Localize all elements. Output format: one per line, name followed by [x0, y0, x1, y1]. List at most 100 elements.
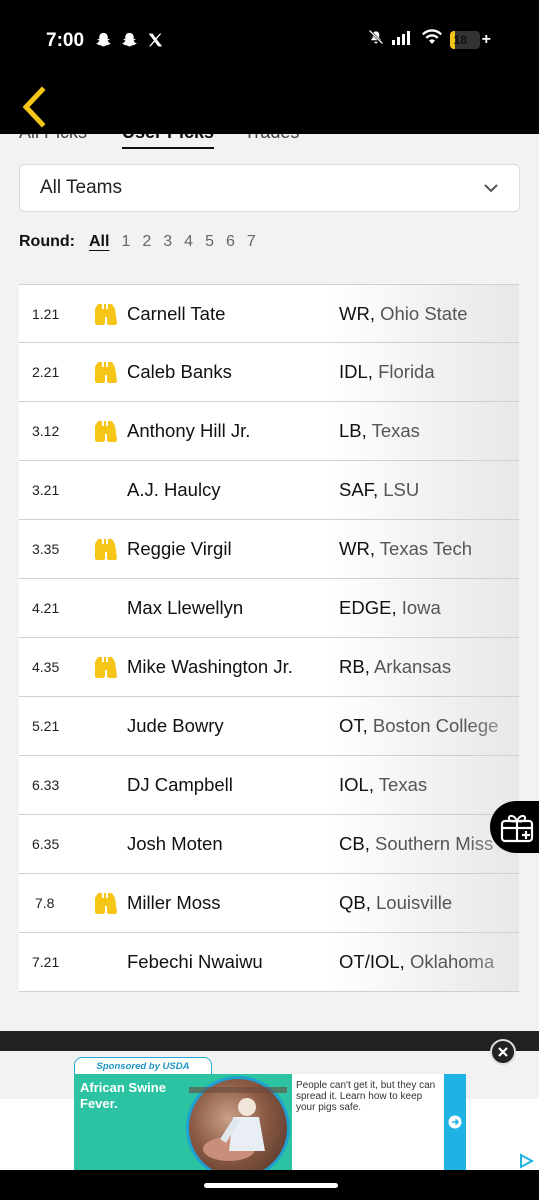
- gift-icon: [500, 814, 534, 843]
- pick-number: 7.8: [35, 895, 55, 911]
- player-position: OT/IOL: [339, 951, 400, 972]
- player-name: A.J. Haulcy: [127, 479, 221, 500]
- gift-button[interactable]: [490, 801, 539, 853]
- pick-row[interactable]: 7.8 Miller Moss QB, Louisville: [19, 874, 519, 933]
- player-school: Louisville: [376, 892, 453, 913]
- picks-list: 1.21 Carnell Tate WR, Ohio State 2.21 Caleb …: [19, 284, 519, 992]
- pick-row[interactable]: 2.21 Caleb Banks IDL, Florida: [19, 343, 519, 402]
- mute-icon: [368, 29, 384, 50]
- snapchat-icon: [120, 30, 138, 50]
- ad-close-button[interactable]: [490, 1039, 516, 1065]
- pick-row[interactable]: 4.21 Max Llewellyn EDGE, Iowa: [19, 579, 519, 638]
- ad-copy: People can't get it, but they can spread…: [292, 1074, 444, 1170]
- player-name: Febechi Nwaiwu: [127, 951, 263, 972]
- pick-tabs: All Picks User Picks Trades: [0, 134, 539, 154]
- position-school: WR, Texas Tech: [339, 538, 519, 560]
- separator: ,: [368, 774, 379, 795]
- round-option-all[interactable]: All: [89, 233, 109, 251]
- player-school: Texas: [371, 420, 420, 441]
- pick-number: 3.35: [32, 541, 60, 557]
- pick-row[interactable]: 5.21 Jude Bowry OT, Boston College: [19, 697, 519, 756]
- player-position: CB: [339, 833, 365, 854]
- close-icon: [498, 1047, 508, 1057]
- pick-number: 2.21: [32, 364, 60, 380]
- player-name: Miller Moss: [127, 892, 221, 913]
- player-position: WR: [339, 538, 370, 559]
- pick-number: 4.35: [32, 659, 60, 675]
- ad-headline: African Swine Fever.: [80, 1080, 166, 1111]
- pick-row[interactable]: 4.35 Mike Washington Jr. RB, Arkansas: [19, 638, 519, 697]
- separator: ,: [364, 833, 375, 854]
- pick-row[interactable]: 3.35 Reggie Virgil WR, Texas Tech: [19, 520, 519, 579]
- position-school: RB, Arkansas: [339, 656, 519, 678]
- ad-choices-button[interactable]: [516, 1152, 538, 1170]
- pick-number: 7.21: [32, 954, 60, 970]
- separator: ,: [369, 538, 380, 559]
- pick-row[interactable]: 7.21 Febechi Nwaiwu OT/IOL, Oklahoma: [19, 933, 519, 992]
- notification-icons: [94, 30, 164, 50]
- separator: ,: [364, 656, 374, 677]
- pick-number: 3.21: [32, 482, 60, 498]
- player-name: Reggie Virgil: [127, 538, 232, 559]
- pick-number: 6.35: [32, 836, 60, 852]
- player-name: Carnell Tate: [127, 303, 226, 324]
- player-name: Caleb Banks: [127, 361, 232, 382]
- round-option-2[interactable]: 2: [142, 233, 151, 251]
- round-option-6[interactable]: 6: [226, 233, 235, 251]
- player-position: SAF: [339, 479, 373, 500]
- pick-row[interactable]: 3.21 A.J. Haulcy SAF, LSU: [19, 461, 519, 520]
- separator: ,: [372, 479, 384, 500]
- binoculars-icon: [92, 303, 118, 325]
- tab-trades[interactable]: Trades: [244, 134, 299, 143]
- team-select[interactable]: All Teams: [19, 164, 520, 212]
- player-name: Josh Moten: [127, 833, 223, 854]
- position-school: OT/IOL, Oklahoma: [339, 951, 519, 973]
- pick-number: 4.21: [32, 600, 60, 616]
- pick-row[interactable]: 6.33 DJ Campbell IOL, Texas: [19, 756, 519, 815]
- ad-cta[interactable]: [444, 1074, 466, 1170]
- player-name: Anthony Hill Jr.: [127, 420, 251, 441]
- pick-row[interactable]: 3.12 Anthony Hill Jr. LB, Texas: [19, 402, 519, 461]
- pick-row[interactable]: 1.21 Carnell Tate WR, Ohio State: [19, 284, 519, 343]
- player-name: Jude Bowry: [127, 715, 224, 736]
- team-select-value: All Teams: [40, 177, 123, 198]
- player-school: Arkansas: [373, 656, 452, 677]
- pick-row[interactable]: 6.35 Josh Moten CB, Southern Miss: [19, 815, 519, 874]
- binoculars-icon: [92, 420, 118, 442]
- status-time: 7:00: [46, 30, 85, 51]
- round-option-1[interactable]: 1: [121, 233, 130, 251]
- separator: ,: [369, 303, 381, 324]
- pick-number: 1.21: [32, 306, 60, 322]
- back-button[interactable]: [18, 86, 50, 128]
- home-indicator[interactable]: [204, 1183, 338, 1188]
- round-option-4[interactable]: 4: [184, 233, 193, 251]
- ad-banner[interactable]: African Swine Fever. People can't get it…: [74, 1074, 466, 1170]
- separator: ,: [399, 951, 410, 972]
- round-option-7[interactable]: 7: [247, 233, 256, 251]
- player-position: IDL: [339, 361, 368, 382]
- separator: ,: [362, 715, 373, 736]
- charging-icon: +: [481, 30, 491, 48]
- pick-number: 3.12: [32, 423, 60, 439]
- player-position: OT: [339, 715, 363, 736]
- player-name: Max Llewellyn: [127, 597, 244, 618]
- footer-bar: [0, 1031, 539, 1051]
- ad-photo: [186, 1076, 290, 1170]
- chevron-down-icon: [484, 184, 498, 193]
- player-school: LSU: [383, 479, 420, 500]
- tab-all-picks[interactable]: All Picks: [19, 134, 87, 143]
- player-position: WR: [339, 303, 370, 324]
- position-school: LB, Texas: [339, 420, 519, 442]
- player-school: Iowa: [401, 597, 441, 618]
- player-school: Texas: [378, 774, 428, 795]
- arrow-right-icon: [448, 1115, 462, 1129]
- round-option-5[interactable]: 5: [205, 233, 214, 251]
- round-option-3[interactable]: 3: [163, 233, 172, 251]
- player-school: Ohio State: [380, 303, 468, 324]
- position-school: OT, Boston College: [339, 715, 519, 737]
- separator: ,: [365, 892, 377, 913]
- position-school: IDL, Florida: [339, 361, 519, 383]
- tab-user-picks[interactable]: User Picks: [122, 134, 215, 149]
- player-name: Mike Washington Jr.: [127, 656, 293, 677]
- chevron-left-icon: [22, 86, 46, 128]
